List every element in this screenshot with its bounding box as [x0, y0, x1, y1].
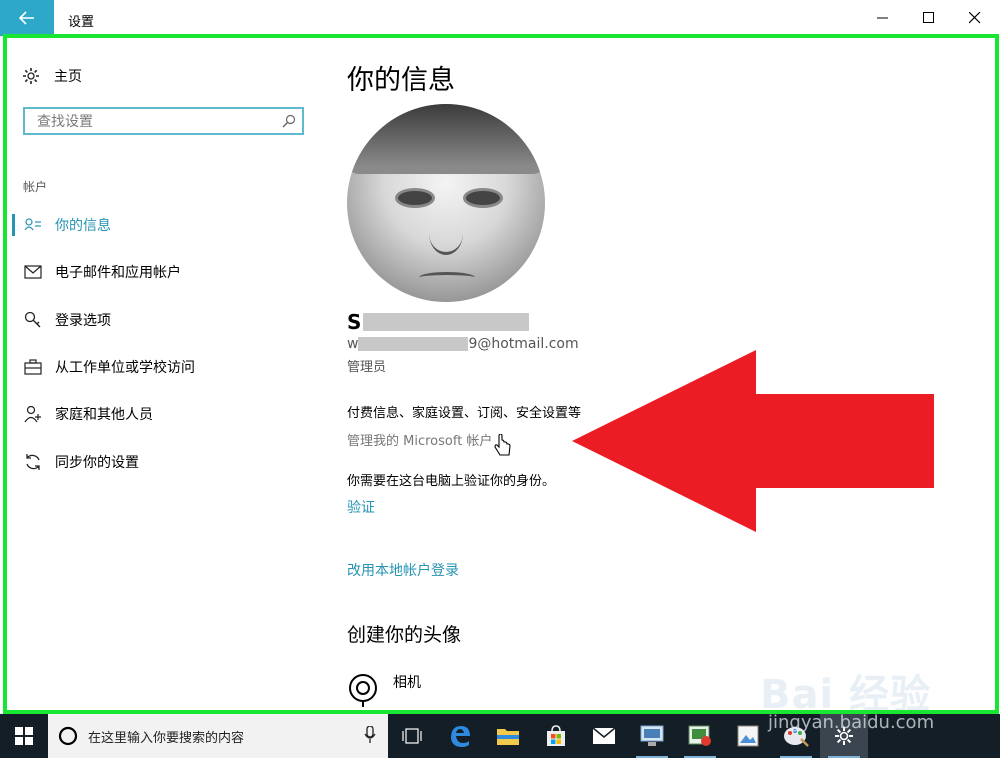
start-button[interactable]	[0, 714, 48, 758]
redacted-email	[358, 337, 469, 351]
manage-microsoft-account-link[interactable]: 管理我的 Microsoft 帐户	[347, 430, 492, 449]
local-account-link[interactable]: 改用本地帐户登录	[347, 560, 459, 580]
search-input[interactable]	[35, 110, 279, 134]
paint-icon	[784, 727, 809, 747]
file-explorer-button[interactable]	[484, 714, 532, 758]
taskbar: 在这里输入你要搜索的内容	[0, 714, 1000, 758]
close-icon	[969, 12, 981, 24]
user-email: w 9@hotmail.com	[347, 336, 579, 352]
add-person-icon	[23, 404, 43, 424]
taskbar-search-placeholder: 在这里输入你要搜索的内容	[88, 730, 245, 746]
sidebar-item-work-school[interactable]: 从工作单位或学校访问	[12, 350, 312, 384]
hand-cursor-icon	[494, 434, 511, 456]
settings-window: 设置 主页 帐户 你的信息 电子邮	[0, 0, 1000, 714]
sidebar-item-label: 电子邮件和应用帐户	[55, 265, 181, 281]
create-avatar-heading: 创建你的头像	[347, 624, 462, 646]
settings-taskbar-button[interactable]	[820, 714, 868, 758]
cortana-icon	[58, 726, 78, 746]
sidebar-item-label: 你的信息	[55, 218, 111, 234]
media-app-icon	[688, 725, 711, 746]
email-prefix: w	[347, 336, 359, 352]
sidebar-home[interactable]: 主页	[22, 66, 82, 86]
close-button[interactable]	[952, 0, 998, 36]
briefcase-icon	[23, 357, 43, 377]
account-info-description: 付费信息、家庭设置、订阅、安全设置等	[347, 406, 582, 421]
sidebar-item-label: 家庭和其他人员	[55, 407, 153, 423]
taskbar-search-box[interactable]: 在这里输入你要搜索的内容	[48, 714, 388, 758]
avatar-hair	[347, 104, 545, 174]
redacted-name	[363, 313, 530, 331]
remote-desktop-icon	[640, 725, 664, 746]
settings-search-box[interactable]	[23, 107, 304, 135]
sidebar-item-label: 同步你的设置	[55, 455, 139, 471]
sidebar-item-email-accounts[interactable]: 电子邮件和应用帐户	[12, 255, 312, 289]
photo-app-button[interactable]	[724, 714, 772, 758]
back-arrow-icon	[19, 11, 34, 25]
maximize-button[interactable]	[906, 0, 952, 36]
sidebar-item-label: 从工作单位或学校访问	[55, 360, 195, 376]
search-icon[interactable]	[282, 114, 296, 128]
avatar-eye-right	[463, 188, 503, 208]
avatar-mouth	[419, 272, 475, 283]
verify-link[interactable]: 验证	[347, 497, 375, 517]
paint-button[interactable]	[772, 714, 820, 758]
page-title: 你的信息	[347, 65, 455, 96]
verify-identity-text: 你需要在这台电脑上验证你的身份。	[347, 474, 556, 489]
gear-icon	[23, 68, 39, 84]
settings-icon	[835, 727, 853, 745]
sidebar-section-label: 帐户	[23, 180, 48, 194]
title-bar: 设置	[0, 0, 1000, 37]
sidebar-item-sync[interactable]: 同步你的设置	[12, 445, 312, 479]
edge-button[interactable]	[436, 714, 484, 758]
minimize-button[interactable]	[860, 0, 906, 36]
sidebar-item-label: 登录选项	[55, 313, 111, 329]
email-suffix: 9@hotmail.com	[468, 336, 579, 352]
sync-icon	[23, 452, 43, 472]
task-view-icon	[402, 728, 422, 744]
remote-desktop-button[interactable]	[628, 714, 676, 758]
user-name: S	[347, 310, 530, 334]
avatar-eye-left	[395, 188, 435, 208]
sidebar-item-sign-in-options[interactable]: 登录选项	[12, 303, 312, 337]
sidebar-home-label: 主页	[54, 69, 82, 85]
edge-icon	[451, 726, 470, 747]
camera-option[interactable]: 相机	[347, 672, 421, 708]
microphone-icon[interactable]	[364, 726, 376, 744]
mail-app-button[interactable]	[580, 714, 628, 758]
sidebar-item-your-info[interactable]: 你的信息	[12, 208, 312, 242]
sidebar-item-family[interactable]: 家庭和其他人员	[12, 397, 312, 431]
photo-app-icon	[737, 725, 759, 747]
file-explorer-icon	[497, 729, 519, 745]
minimize-icon	[877, 17, 888, 19]
camera-label: 相机	[393, 675, 421, 691]
window-title: 设置	[68, 15, 95, 30]
camera-icon	[349, 674, 377, 707]
back-button[interactable]	[0, 0, 54, 36]
store-icon	[547, 725, 565, 746]
person-icon	[23, 215, 43, 235]
key-icon	[23, 310, 43, 330]
user-role: 管理员	[347, 360, 387, 375]
task-view-button[interactable]	[388, 714, 436, 758]
maximize-icon	[923, 12, 934, 23]
store-button[interactable]	[532, 714, 580, 758]
media-app-button[interactable]	[676, 714, 724, 758]
user-name-initial: S	[347, 310, 362, 334]
windows-logo-icon	[15, 727, 33, 745]
mail-icon	[23, 262, 43, 282]
red-arrow-annotation-icon	[572, 350, 934, 532]
mail-icon	[592, 727, 616, 744]
user-avatar	[347, 104, 545, 302]
avatar-nose	[429, 212, 463, 255]
